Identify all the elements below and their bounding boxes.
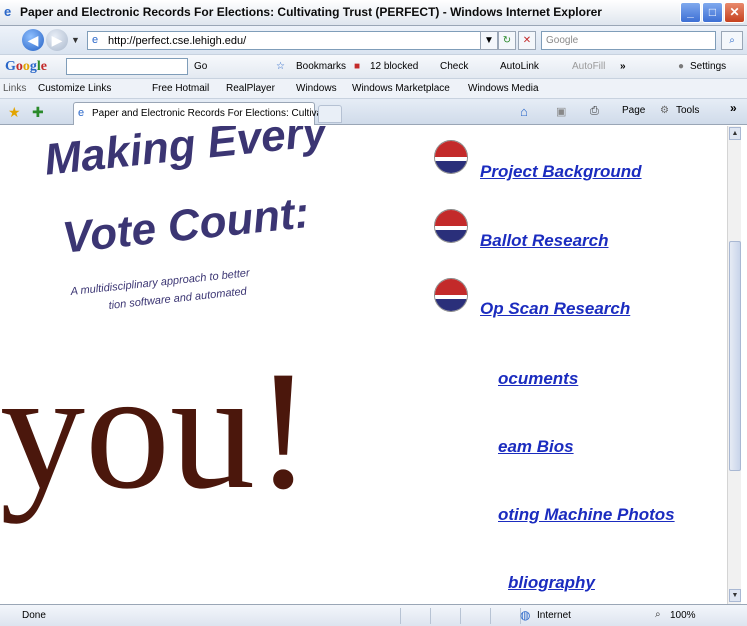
- favorites-star-icon[interactable]: ★: [8, 104, 21, 121]
- vertical-scrollbar[interactable]: ▲ ▼: [727, 126, 741, 604]
- popup-blocker-icon: ■: [354, 61, 361, 72]
- link-ballot-research[interactable]: Ballot Research: [480, 231, 609, 251]
- scroll-thumb[interactable]: [729, 241, 741, 471]
- security-zone: Internet: [537, 610, 571, 621]
- autolink-button[interactable]: AutoLink: [500, 61, 539, 72]
- status-bar: Done ◍ Internet ⌕ 100%: [0, 604, 747, 626]
- zoom-level[interactable]: 100%: [670, 610, 696, 621]
- link-windows[interactable]: Windows: [296, 83, 337, 94]
- history-dropdown-icon[interactable]: ▼: [71, 35, 80, 45]
- refresh-button[interactable]: ↻: [498, 31, 516, 50]
- vote-badge-icon: [434, 140, 468, 174]
- google-search-input[interactable]: [66, 58, 188, 75]
- link-windows-media[interactable]: Windows Media: [468, 83, 539, 94]
- gear-icon: ⚙: [660, 105, 669, 116]
- spellcheck-button[interactable]: Check: [440, 61, 468, 72]
- settings-button[interactable]: Settings: [690, 61, 726, 72]
- scroll-down-icon[interactable]: ▼: [729, 589, 741, 602]
- close-button[interactable]: ✕: [724, 2, 745, 23]
- link-project-background[interactable]: Project Background: [480, 162, 642, 182]
- status-divider: [400, 608, 401, 624]
- link-op-scan-research[interactable]: Op Scan Research: [480, 299, 630, 319]
- new-tab-button[interactable]: [318, 105, 342, 123]
- address-toolbar: ◀ ▶ ▼ e http://perfect.cse.lehigh.edu/ ▼…: [0, 26, 747, 54]
- link-windows-marketplace[interactable]: Windows Marketplace: [352, 83, 450, 94]
- overlay-text: you!: [0, 336, 312, 524]
- status-divider: [430, 608, 431, 624]
- status-text: Done: [22, 610, 46, 621]
- links-toolbar: Links Customize Links Free Hotmail RealP…: [0, 78, 747, 98]
- maximize-button[interactable]: □: [702, 2, 723, 23]
- forward-button[interactable]: ▶: [46, 29, 68, 51]
- more-chevron-icon[interactable]: »: [730, 101, 737, 115]
- status-divider: [490, 608, 491, 624]
- add-favorites-icon[interactable]: ✚: [32, 104, 44, 121]
- page-menu-button[interactable]: Page: [622, 105, 645, 116]
- link-team-bios[interactable]: eam Bios: [498, 437, 574, 457]
- url-dropdown-icon[interactable]: ▼: [480, 31, 498, 50]
- link-realplayer[interactable]: RealPlayer: [226, 83, 275, 94]
- print-icon[interactable]: ⎙: [590, 105, 599, 118]
- stop-button[interactable]: ✕: [518, 31, 536, 50]
- link-documents[interactable]: ocuments: [498, 369, 578, 389]
- link-bibliography[interactable]: bliography: [508, 573, 595, 593]
- tab-title: Paper and Electronic Records For Electio…: [92, 108, 341, 119]
- search-icon[interactable]: ⌕: [721, 31, 743, 50]
- ie-icon: e: [4, 4, 12, 19]
- tab-active[interactable]: e Paper and Electronic Records For Elect…: [73, 102, 341, 125]
- tab-bar: ★ ✚ e Paper and Electronic Records For E…: [0, 98, 747, 125]
- google-logo: Google: [5, 59, 47, 74]
- home-icon[interactable]: ⌂: [520, 104, 528, 119]
- more-chevron-icon[interactable]: »: [620, 61, 626, 72]
- back-button[interactable]: ◀: [22, 29, 44, 51]
- window-titlebar: e Paper and Electronic Records For Elect…: [0, 0, 747, 26]
- feeds-icon[interactable]: ▣: [556, 105, 566, 118]
- star-icon[interactable]: ☆: [276, 61, 285, 72]
- popup-blocked-count[interactable]: 12 blocked: [370, 61, 418, 72]
- window-title: Paper and Electronic Records For Electio…: [20, 5, 602, 19]
- autofill-button[interactable]: AutoFill: [572, 61, 605, 72]
- go-button[interactable]: Go: [194, 61, 207, 72]
- google-toolbar: Google Go ☆ Bookmarks ■ 12 blocked Check…: [0, 54, 747, 78]
- hero-banner: Making Every Vote Count: A multidiscipli…: [18, 126, 398, 316]
- minimize-button[interactable]: _: [680, 2, 701, 23]
- bookmarks-button[interactable]: Bookmarks: [296, 61, 346, 72]
- tab-page-icon: e: [78, 107, 85, 119]
- scroll-up-icon[interactable]: ▲: [729, 127, 741, 140]
- url-input[interactable]: e http://perfect.cse.lehigh.edu/: [87, 31, 497, 50]
- link-customize[interactable]: Customize Links: [38, 83, 111, 94]
- hero-title-line2: Vote Count:: [60, 188, 312, 263]
- settings-icon: ●: [678, 61, 685, 72]
- hero-title-line1: Making Every: [42, 126, 330, 185]
- tools-menu-button[interactable]: Tools: [676, 105, 699, 116]
- zoom-icon: ⌕: [655, 609, 661, 620]
- search-input[interactable]: Google: [541, 31, 716, 50]
- links-label: Links: [3, 83, 27, 94]
- status-divider: [460, 608, 461, 624]
- vote-badge-icon: [434, 209, 468, 243]
- search-placeholder: Google: [546, 35, 579, 46]
- link-hotmail[interactable]: Free Hotmail: [152, 83, 209, 94]
- vote-badge-icon: [434, 278, 468, 312]
- page-icon: e: [92, 34, 99, 46]
- link-voting-machine-photos[interactable]: oting Machine Photos: [498, 505, 675, 525]
- url-text: http://perfect.cse.lehigh.edu/: [108, 35, 247, 47]
- globe-icon: ◍: [520, 608, 531, 622]
